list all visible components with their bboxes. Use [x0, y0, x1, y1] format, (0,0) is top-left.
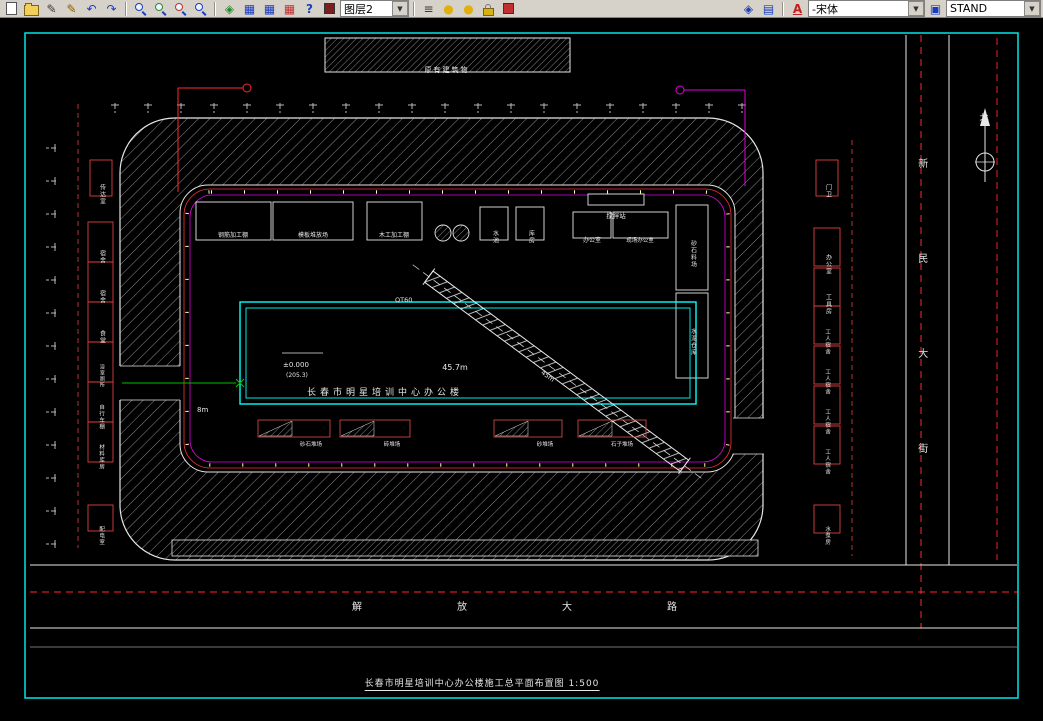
table-icon: ▦ [263, 1, 276, 16]
open-button[interactable] [22, 1, 41, 17]
toolbar-separator [782, 1, 784, 16]
undo-button[interactable]: ↶ [82, 1, 101, 17]
undo-icon: ↶ [86, 1, 97, 16]
zoom-out-icon [174, 2, 187, 15]
cad-application: ✎ ✎ ↶ ↷ ◈ ▦ ▦ ▦ ? 图层2 ▼ ≡ ● ● ◈ ▤ A -宋体 … [0, 0, 1043, 721]
dim-style-combo-value: STAND [950, 2, 988, 15]
north-arrow [975, 108, 995, 182]
font-combo-value: -宋体 [812, 2, 838, 16]
existing-building [324, 37, 571, 73]
stockpiles [257, 419, 647, 438]
grid-button[interactable]: ▦ [240, 1, 259, 17]
drawing-area: 原有建筑物 北 长春市明星培训中心办公楼 45.7m ±0.000 (205.3… [0, 18, 1043, 721]
properties-icon: ▤ [762, 1, 775, 16]
redo-icon: ↷ [106, 1, 117, 16]
grid-icon: ▦ [243, 1, 256, 16]
zoom-in-button[interactable] [191, 1, 210, 17]
tower-crane [412, 264, 704, 481]
zoom-dynamic-icon [154, 2, 167, 15]
pencil-icon: ✎ [46, 1, 57, 16]
open-folder-icon [24, 2, 39, 16]
mixer-symbol [434, 224, 452, 242]
layer-color-swatch [324, 3, 335, 14]
drawing-canvas[interactable] [0, 18, 1043, 721]
dropdown-arrow-icon[interactable]: ▼ [392, 1, 408, 16]
zoom-in-icon [194, 2, 207, 15]
current-color-swatch [503, 3, 514, 14]
quill-button[interactable]: ✎ [62, 1, 81, 17]
toolbar: ✎ ✎ ↶ ↷ ◈ ▦ ▦ ▦ ? 图层2 ▼ ≡ ● ● ◈ ▤ A -宋体 … [0, 0, 1043, 18]
dropdown-arrow-icon[interactable]: ▼ [1024, 1, 1040, 16]
pencil-button[interactable]: ✎ [42, 1, 61, 17]
zoom-dynamic-button[interactable] [151, 1, 170, 17]
snap-grid-button[interactable]: ▦ [280, 1, 299, 17]
layer-freeze-button[interactable]: ● [459, 1, 478, 17]
layers-icon: ≡ [423, 1, 434, 16]
zoom-window-icon [134, 2, 147, 15]
toolbar-separator [125, 1, 127, 16]
facilities-west [87, 159, 114, 532]
layer-combo[interactable]: 图层2 ▼ [340, 0, 409, 17]
layer-on-icon: ● [443, 1, 454, 16]
match-properties-button[interactable]: ◈ [220, 1, 239, 17]
toolbar-separator [214, 1, 216, 16]
toolbar-separator [413, 1, 415, 16]
site-boundary [46, 103, 764, 561]
mixer-symbol [452, 224, 470, 242]
match-properties-icon: ◈ [224, 1, 235, 16]
snap-grid-icon: ▦ [283, 1, 296, 16]
copy-icon [6, 2, 17, 15]
zoom-window-button[interactable] [131, 1, 150, 17]
power-pole-symbol [675, 85, 685, 95]
layer-lock-button[interactable] [479, 1, 498, 17]
dim-style-button[interactable]: ▣ [926, 1, 945, 17]
east-gate [733, 418, 764, 454]
font-combo[interactable]: -宋体 ▼ [808, 0, 925, 17]
layer-lock-icon [483, 3, 494, 16]
text-style-icon: A [792, 1, 803, 16]
text-style-button[interactable]: A [788, 1, 807, 17]
help-button[interactable]: ? [300, 1, 319, 17]
south-wall-strip [171, 539, 759, 557]
zoom-out-button[interactable] [171, 1, 190, 17]
current-color-button[interactable] [499, 1, 518, 17]
pan-button[interactable]: ◈ [739, 1, 758, 17]
table-button[interactable]: ▦ [260, 1, 279, 17]
properties-button[interactable]: ▤ [759, 1, 778, 17]
quill-icon: ✎ [66, 1, 77, 16]
layer-on-button[interactable]: ● [439, 1, 458, 17]
redo-button[interactable]: ↷ [102, 1, 121, 17]
west-wall-ticks [46, 126, 56, 550]
copy-button[interactable] [2, 1, 21, 17]
main-building [122, 301, 697, 405]
layers-button[interactable]: ≡ [419, 1, 438, 17]
mixer-station-tag [587, 193, 645, 206]
power-pole-symbol [242, 83, 252, 93]
pan-icon: ◈ [743, 1, 754, 16]
dim-style-icon: ▣ [929, 1, 942, 16]
north-wall-ticks [90, 103, 758, 113]
facilities-east [813, 159, 841, 534]
help-icon: ? [306, 1, 313, 16]
layer-freeze-icon: ● [463, 1, 474, 16]
layer-combo-value: 图层2 [344, 2, 373, 16]
layer-color-button[interactable] [320, 1, 339, 17]
dropdown-arrow-icon[interactable]: ▼ [908, 1, 924, 16]
dim-style-combo[interactable]: STAND ▼ [946, 0, 1041, 17]
